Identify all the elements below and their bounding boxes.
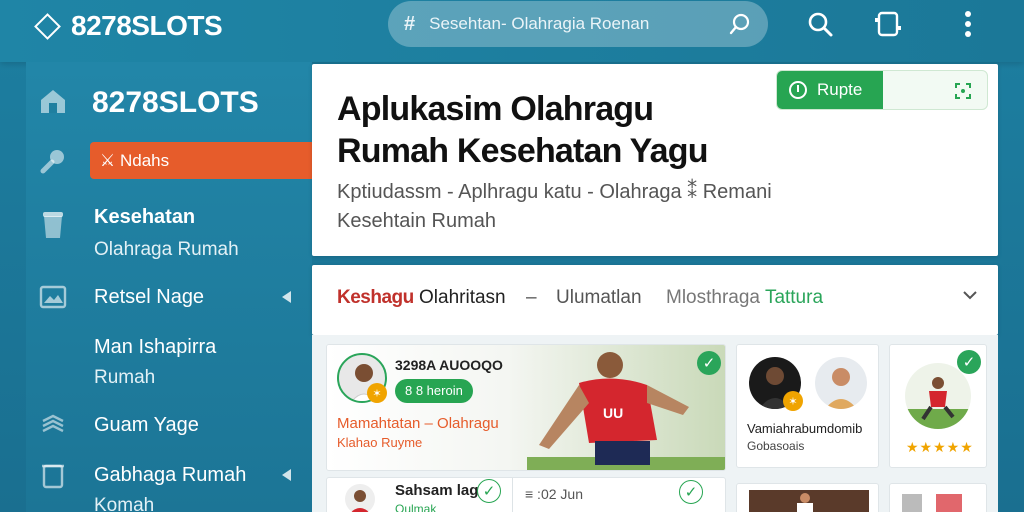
tabs-bar: Keshagu Olahritasn – Ulumatlan Mlosthrag…: [312, 265, 998, 335]
check-icon[interactable]: ✓: [697, 351, 721, 375]
search-input[interactable]: Sesehtan- Olahragia Roenan: [429, 14, 728, 34]
caret-left-icon[interactable]: [282, 291, 291, 303]
bin-icon[interactable]: [38, 460, 68, 490]
player-photo: [327, 345, 725, 470]
tile-three[interactable]: ✓ ★★★★★: [889, 344, 987, 468]
sidebar-item-active-label: ⚔ Ndahs: [100, 150, 170, 170]
tab-tattura-label2: Tattura: [764, 287, 824, 308]
content-grid: UU ✶ 3298A AUOOQO 8 8 heroin Mamahtatan …: [312, 335, 998, 512]
search-bar[interactable]: # Sesehtan- Olahragia Roenan: [388, 1, 768, 47]
check-icon[interactable]: ✓: [679, 480, 703, 504]
hero-title-line2: Rumah Kesehatan Yagu: [337, 132, 709, 170]
tile-title: 3298A AUOOQO: [395, 357, 503, 373]
brand-name: 8278SLOTS: [71, 10, 223, 41]
top-bar: 8278SLOTS # Sesehtan- Olahragia Roenan: [0, 0, 1024, 62]
hero-subtitle-line1: Kptiudassm - Aplhragu katu - Olahraga ⁑ …: [337, 181, 772, 203]
sidebar-item-kesehatan[interactable]: Kesehatan: [94, 202, 195, 233]
hero-card: Aplukasim Olahragu Rumah Kesehatan Yagu …: [312, 64, 998, 256]
sidebar-brand: 8278SLOTS: [92, 86, 259, 119]
photo-thumbnail: [902, 494, 962, 512]
hero-title-line1: Aplukasim Olahragu: [337, 90, 654, 128]
badge-icon: ✶: [783, 391, 803, 411]
device-icon[interactable]: [872, 8, 904, 40]
tile-row2-subtitle: Oulmak: [395, 502, 437, 512]
tab-keshagu-label: Keshagu: [337, 287, 414, 308]
tile-line2: Klahao Ruyme: [337, 435, 423, 450]
badge-icon: ✶: [367, 383, 387, 403]
hero-subtitle-line2: Kesehtain Rumah: [337, 210, 496, 232]
rupte-button[interactable]: Rupte: [777, 71, 883, 109]
expand-icon[interactable]: [953, 81, 973, 101]
sidebar-item-kesehatan-sub: Olahraga Rumah: [94, 239, 239, 260]
photo-thumbnail: [749, 490, 869, 512]
rupte-button-label: Rupte: [817, 80, 863, 99]
divider: [512, 478, 513, 512]
tab-ulumatlan[interactable]: Ulumatlan: [556, 287, 642, 309]
sidebar-item-gabhaga[interactable]: Gabhaga Rumah: [94, 460, 246, 491]
more-vert-icon[interactable]: [952, 8, 984, 40]
action-pill: Rupte: [776, 70, 988, 110]
caret-left-icon[interactable]: [282, 469, 291, 481]
rating-stars: ★★★★★: [906, 439, 974, 455]
sidebar-item-retsel[interactable]: Retsel Nage: [94, 282, 204, 313]
hash-icon: #: [404, 12, 416, 35]
layers-icon[interactable]: [38, 410, 68, 440]
avatar: [905, 363, 971, 429]
jersey-number: UU: [603, 405, 624, 421]
clock-icon: [789, 81, 807, 99]
tab-tattura[interactable]: Mlosthraga Tattura: [666, 287, 823, 309]
tab-tattura-label1: Mlosthraga: [666, 287, 760, 308]
tile-two-title: Vamiahrabumdomib: [747, 421, 863, 436]
sidebar-item-man-sub: Rumah: [94, 367, 156, 388]
diamond-logo-icon: [34, 12, 61, 40]
avatar: [815, 357, 867, 409]
check-icon[interactable]: ✓: [957, 350, 981, 374]
sidebar-item-man[interactable]: Man Ishapirra: [94, 332, 216, 363]
tile-line1: Mamahtatan – Olahragu: [337, 415, 499, 432]
tile-two[interactable]: ✶ Vamiahrabumdomib Gobasoais: [736, 344, 879, 468]
search-icon[interactable]: [804, 8, 836, 40]
status-badge[interactable]: 8 8 heroin: [395, 379, 473, 403]
tab-separator: –: [526, 287, 537, 308]
image-icon[interactable]: [38, 282, 68, 312]
search-icon[interactable]: [728, 12, 752, 36]
avatar: [345, 484, 375, 512]
sidebar: 8278SLOTS ⚔ Ndahs Kesehatan Olahraga Rum…: [26, 62, 312, 512]
wrench-icon[interactable]: [38, 146, 68, 176]
chevron-down-icon[interactable]: [962, 289, 978, 301]
sidebar-item-active[interactable]: ⚔ Ndahs: [90, 142, 312, 179]
sidebar-item-guam[interactable]: Guam Yage: [94, 410, 199, 441]
hero-subtitle: Kptiudassm - Aplhragu katu - Olahraga ⁑ …: [337, 178, 772, 236]
hero-title: Aplukasim Olahragu Rumah Kesehatan Yagu: [337, 88, 709, 172]
app-logo[interactable]: 8278SLOTS: [34, 10, 223, 42]
tab-keshagu[interactable]: Keshagu Olahritasn: [337, 287, 506, 309]
cup-icon[interactable]: [38, 210, 68, 240]
featured-tile[interactable]: UU ✶ 3298A AUOOQO 8 8 heroin Mamahtatan …: [326, 344, 726, 471]
date-label: ≡ :02 Jun: [525, 486, 583, 502]
tile-row2-b[interactable]: [736, 483, 879, 512]
sidebar-item-gabhaga-sub: Komah: [94, 495, 155, 512]
tile-row2-c[interactable]: [889, 483, 987, 512]
tile-row2-a[interactable]: Sahsam lag Oulmak ✓ ≡ :02 Jun ✓: [326, 477, 726, 512]
tile-two-subtitle: Gobasoais: [747, 439, 805, 453]
check-icon[interactable]: ✓: [477, 479, 501, 503]
home-icon[interactable]: [38, 86, 68, 116]
tab-keshagu-label2: Olahritasn: [419, 287, 506, 308]
tile-row2-title: Sahsam lag: [395, 482, 479, 499]
